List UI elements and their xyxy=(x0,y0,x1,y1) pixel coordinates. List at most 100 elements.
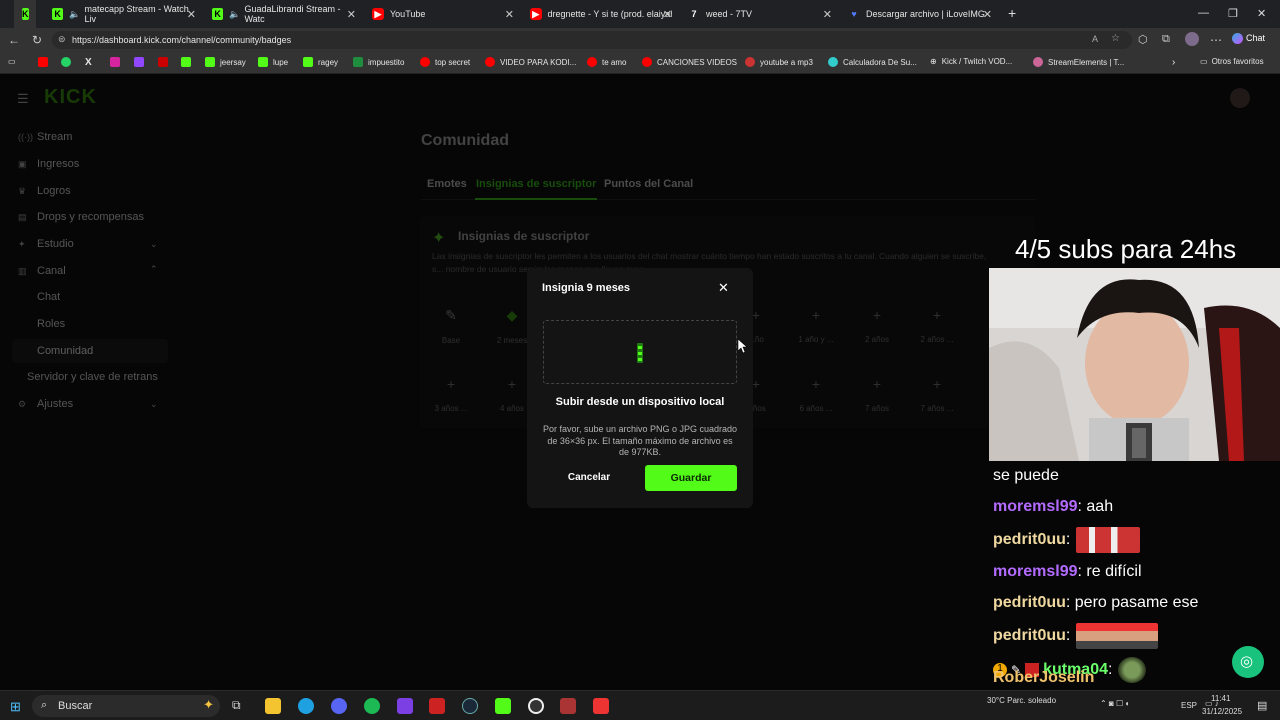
save-button[interactable]: Guardar xyxy=(645,465,737,491)
bookmark-streamelements[interactable]: StreamElements | T... xyxy=(1033,57,1124,67)
close-icon[interactable]: ✕ xyxy=(983,8,992,21)
youtube-icon: ▶ xyxy=(530,8,542,20)
bookmark-jeersay[interactable]: jeersay xyxy=(205,57,246,67)
kick-icon[interactable] xyxy=(495,698,511,714)
upload-local-button[interactable]: Subir desde un dispositivo local xyxy=(527,396,753,408)
read-aloud-icon[interactable]: A xyxy=(1092,34,1098,44)
bookmark-x[interactable]: X xyxy=(85,57,92,68)
restore-icon[interactable]: ❐ xyxy=(1228,7,1238,20)
bookmark-impuestito[interactable]: impuestito xyxy=(353,57,404,67)
bookmark-folder-icon[interactable]: ▭ xyxy=(8,57,16,66)
tab-iloveimg[interactable]: ♥ Descargar archivo | iLoveIMG ✕ xyxy=(840,0,1000,28)
youtube-icon xyxy=(587,57,597,67)
chat-text: : re difícil xyxy=(1077,563,1142,580)
app-icon[interactable] xyxy=(593,698,609,714)
chat-emote xyxy=(1118,657,1147,683)
app-icon[interactable] xyxy=(560,698,576,714)
upload-dropzone[interactable] xyxy=(543,320,737,384)
cancel-button[interactable]: Cancelar xyxy=(547,466,631,490)
windows-start-icon[interactable]: ⊞ xyxy=(10,699,21,715)
bookmark-twitch[interactable] xyxy=(134,57,149,67)
bookmark-label: te amo xyxy=(602,57,627,67)
upload-hint: Por favor, sube un archivo PNG o JPG cua… xyxy=(542,424,738,457)
bookmark-label: impuestito xyxy=(368,57,405,67)
bookmark-lupe[interactable]: lupe xyxy=(258,57,288,67)
close-icon[interactable]: ✕ xyxy=(823,8,832,21)
youtube-icon xyxy=(420,57,430,67)
chat-username: moremsl99 xyxy=(993,563,1078,580)
other-favorites[interactable]: ▭ Otros favoritos xyxy=(1200,57,1264,66)
chat-username: pedrit0uu xyxy=(993,594,1066,611)
voicemod-icon[interactable] xyxy=(429,698,445,714)
close-icon[interactable]: ✕ xyxy=(718,280,729,296)
bookmark-kick[interactable] xyxy=(181,57,196,67)
tab-7tv[interactable]: 7 weed - 7TV ✕ xyxy=(680,0,840,28)
obs-icon[interactable] xyxy=(528,698,544,714)
close-icon[interactable]: ✕ xyxy=(505,8,514,21)
bookmark-instagram[interactable] xyxy=(110,57,125,67)
profile-avatar[interactable] xyxy=(1185,32,1199,46)
steam-icon[interactable] xyxy=(462,698,478,714)
collections-icon[interactable]: ⧉ xyxy=(1162,33,1170,46)
bookmark-yt-mp3[interactable]: youtube a mp3 xyxy=(745,57,813,67)
bookmark-top-secret[interactable]: top secret xyxy=(420,57,470,67)
tab-title: GuadaLibrandi Stream - Watc xyxy=(244,4,341,24)
file-explorer-icon[interactable] xyxy=(265,698,281,714)
new-tab-button[interactable]: + xyxy=(1008,5,1016,21)
close-icon[interactable]: ✕ xyxy=(187,8,196,21)
bookmark-label: lupe xyxy=(273,57,289,67)
bookmark-whatsapp[interactable] xyxy=(61,57,76,67)
task-view-icon[interactable]: ⧉ xyxy=(232,698,241,713)
tab-youtube[interactable]: ▶ YouTube ✕ xyxy=(364,0,522,28)
7tv-icon: 7 xyxy=(691,9,697,19)
instagram-icon xyxy=(110,57,120,67)
clock-date[interactable]: 31/12/2025 xyxy=(1202,707,1242,716)
edge-icon[interactable] xyxy=(298,698,314,714)
copilot-sparkle-icon: ✦ xyxy=(203,697,214,712)
bookmark-red[interactable] xyxy=(158,57,173,67)
close-icon[interactable]: ✕ xyxy=(347,8,356,21)
notification-icon[interactable]: ▤ xyxy=(1257,699,1267,712)
tab-guadalibrandi[interactable]: K 🔈 GuadaLibrandi Stream - Watc ✕ xyxy=(204,0,364,28)
language-indicator[interactable]: ESP xyxy=(1181,701,1197,710)
bookmark-youtube[interactable] xyxy=(38,57,53,67)
webcam-image xyxy=(989,268,1280,461)
bookmarks-bar: ▭ X jeersay lupe ragey impuestito top se… xyxy=(0,52,1280,74)
bookmark-canciones[interactable]: CANCIONES VIDEOS xyxy=(642,57,737,67)
chevron-right-icon[interactable]: › xyxy=(1172,57,1175,68)
bookmark-calculadora[interactable]: Calculadora De Su... xyxy=(828,57,917,67)
taskbar-search[interactable]: ⌕ Buscar ✦ xyxy=(32,695,220,717)
favorite-star-icon[interactable]: ☆ xyxy=(1111,33,1120,44)
chat-emote xyxy=(1076,527,1141,553)
chat-message: pedrit0uu: pero pasame ese xyxy=(993,594,1198,612)
weather-widget[interactable]: 30°C Parc. soleado xyxy=(987,696,1056,705)
kick-icon xyxy=(303,57,313,67)
help-chat-button[interactable]: ◎ xyxy=(1232,646,1264,678)
tab-dregnette[interactable]: ▶ dregnette - Y si te (prod. elaiyah, d … xyxy=(522,0,680,28)
window-close-icon[interactable]: ✕ xyxy=(1257,7,1266,20)
tab-kick-dashboard[interactable]: K xyxy=(14,0,36,28)
clock-time[interactable]: 11:41 xyxy=(1211,694,1230,703)
kick-icon: K xyxy=(52,8,64,20)
bookmark-kick-vod[interactable]: ⊕ Kick / Twitch VOD... xyxy=(930,57,1012,66)
minimize-icon[interactable]: — xyxy=(1198,7,1209,19)
canva-icon[interactable] xyxy=(397,698,413,714)
converter-icon xyxy=(745,57,755,67)
url-bar[interactable]: ⊜ https://dashboard.kick.com/channel/com… xyxy=(52,31,1132,49)
more-menu-icon[interactable]: ⋯ xyxy=(1210,33,1222,47)
back-icon[interactable]: ← xyxy=(8,33,20,47)
close-icon[interactable]: ✕ xyxy=(663,8,672,21)
spotify-icon[interactable] xyxy=(364,698,380,714)
bookmark-label: top secret xyxy=(435,57,471,67)
bookmark-kodi[interactable]: VIDEO PARA KODI... xyxy=(485,57,576,67)
reload-icon[interactable]: ↻ xyxy=(32,33,42,47)
extensions-icon[interactable]: ⬡ xyxy=(1138,33,1148,46)
weather-text: Parc. soleado xyxy=(1007,696,1057,705)
bookmark-ragey[interactable]: ragey xyxy=(303,57,338,67)
copilot-chat-button[interactable]: Chat xyxy=(1232,33,1265,45)
tray-icons[interactable]: ⌃ ◙ ☐ ◐ xyxy=(1100,699,1130,708)
tab-matecapp[interactable]: K 🔈 matecapp Stream - Watch Liv ✕ xyxy=(44,0,204,28)
discord-icon[interactable] xyxy=(331,698,347,714)
bookmark-te-amo[interactable]: te amo xyxy=(587,57,626,67)
site-info-icon[interactable]: ⊜ xyxy=(58,34,66,45)
